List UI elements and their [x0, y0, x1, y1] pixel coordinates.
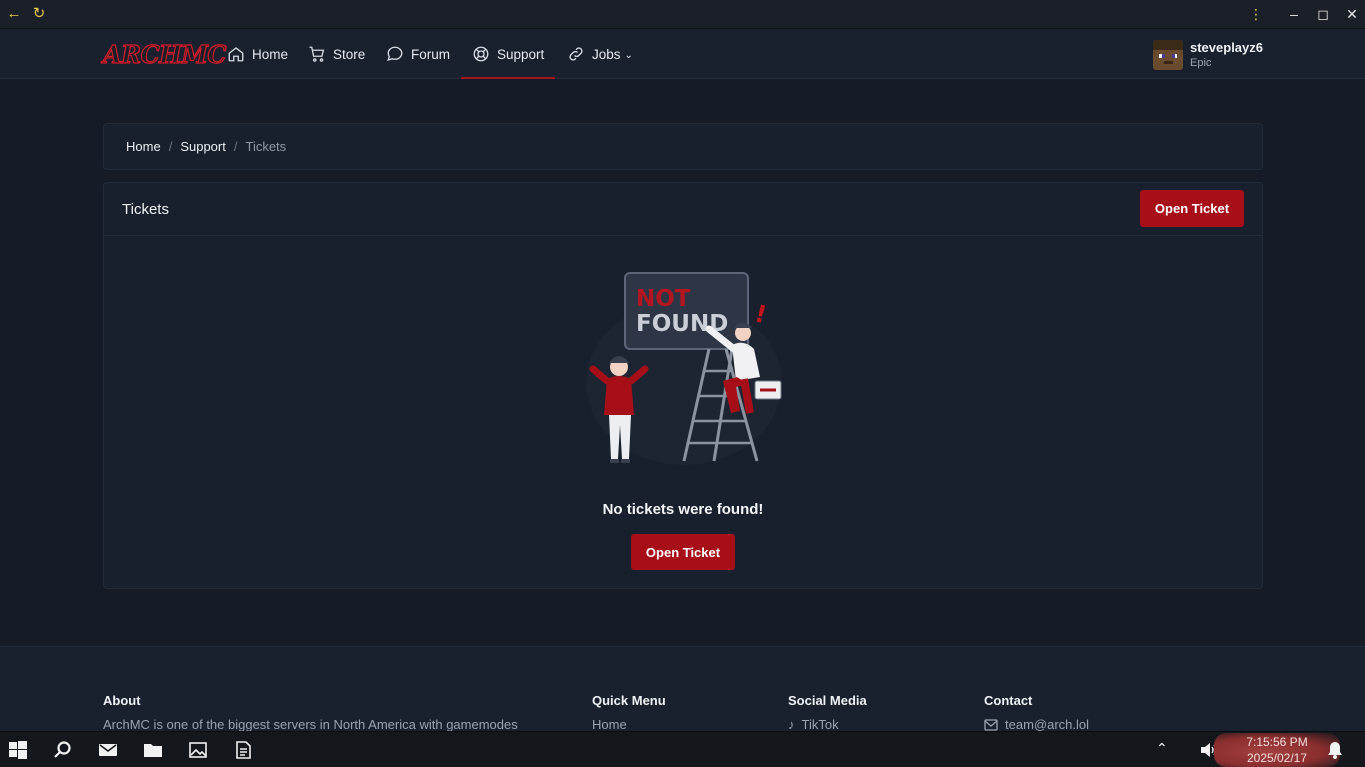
footer-link-tiktok[interactable]: ♪ TikTok: [788, 717, 867, 732]
page-title: Tickets: [122, 201, 169, 218]
nav-jobs-label: Jobs: [592, 46, 621, 62]
empty-state-message: No tickets were found!: [602, 501, 764, 518]
footer-social-heading: Social Media: [788, 693, 867, 708]
clock-date: 2025/02/17: [1246, 751, 1308, 765]
footer-about-text: ArchMC is one of the biggest servers in …: [103, 717, 518, 732]
photos-icon[interactable]: [189, 741, 207, 759]
nav-support[interactable]: Support: [460, 29, 556, 79]
footer-contact: Contact team@arch.lol: [984, 693, 1089, 732]
mail-app-icon[interactable]: [99, 741, 117, 759]
taskbar: ⌃ 7:15:56 PM 2025/02/17: [0, 731, 1365, 767]
nav-home-label: Home: [252, 46, 289, 62]
nav-home[interactable]: Home: [227, 29, 288, 79]
footer-social: Social Media ♪ TikTok: [788, 693, 867, 732]
nav-jobs[interactable]: Jobs ⌄: [567, 29, 633, 79]
document-icon[interactable]: [234, 741, 252, 759]
nav-forum-label: Forum: [411, 46, 451, 62]
breadcrumb: Home / Support / Tickets: [103, 123, 1263, 170]
footer-about: About ArchMC is one of the biggest serve…: [103, 693, 518, 732]
footer-link-home[interactable]: Home: [592, 717, 666, 732]
chat-bubble-icon: [387, 46, 403, 62]
kebab-menu-icon[interactable]: ⋮: [1247, 5, 1265, 23]
tiktok-icon: ♪: [788, 717, 795, 732]
windows-start-icon[interactable]: [9, 741, 27, 759]
footer-link-email[interactable]: team@arch.lol: [984, 717, 1089, 732]
footer-quick-menu-heading: Quick Menu: [592, 693, 666, 708]
footer-contact-heading: Contact: [984, 693, 1033, 708]
user-menu[interactable]: steveplayz6 Epic: [1153, 40, 1263, 70]
browser-toolbar: ← ↻ ⋮ – ◻ ✕: [0, 0, 1365, 29]
tiktok-label: TikTok: [801, 717, 839, 732]
notification-bell-icon[interactable]: [1326, 741, 1344, 759]
mail-icon: [984, 718, 998, 731]
breadcrumb-separator: /: [168, 139, 173, 154]
nav-store[interactable]: Store: [308, 29, 365, 79]
cart-icon: [309, 46, 325, 62]
breadcrumb-separator: /: [233, 139, 238, 154]
open-ticket-button[interactable]: Open Ticket: [1140, 190, 1244, 227]
folder-icon[interactable]: [144, 741, 162, 759]
svg-text:!: !: [752, 299, 770, 329]
reload-icon[interactable]: ↻: [31, 6, 47, 22]
nav-store-label: Store: [333, 46, 366, 62]
open-ticket-button-empty[interactable]: Open Ticket: [631, 534, 735, 570]
clock-time: 7:15:56 PM: [1246, 735, 1308, 749]
archmc-logo[interactable]: ARCHMC: [102, 39, 227, 69]
tickets-card: Tickets Open Ticket NOT FOUND ! No ticke…: [103, 182, 1263, 589]
username: steveplayz6: [1190, 40, 1263, 55]
contact-email: team@arch.lol: [1005, 717, 1090, 732]
taskbar-clock[interactable]: 7:15:56 PM 2025/02/17: [1214, 733, 1340, 767]
footer-about-heading: About: [103, 693, 141, 708]
link-icon: [569, 47, 583, 61]
user-rank: Epic: [1190, 57, 1212, 69]
minimize-icon[interactable]: –: [1285, 5, 1303, 23]
breadcrumb-support[interactable]: Support: [180, 139, 226, 154]
breadcrumb-home[interactable]: Home: [126, 139, 161, 154]
home-icon: [228, 47, 244, 62]
breadcrumb-current: Tickets: [245, 139, 287, 154]
nav-support-label: Support: [497, 46, 545, 62]
maximize-icon[interactable]: ◻: [1314, 5, 1332, 23]
chevron-down-icon: ⌄: [624, 49, 633, 61]
tickets-card-header: Tickets Open Ticket: [104, 183, 1262, 236]
chevron-up-icon[interactable]: ⌃: [1156, 740, 1168, 757]
not-found-illustration: NOT FOUND !: [586, 272, 782, 465]
site-footer: About ArchMC is one of the biggest serve…: [0, 646, 1365, 732]
avatar: [1153, 40, 1183, 70]
search-icon[interactable]: [54, 741, 72, 759]
not-text: NOT: [636, 286, 691, 312]
close-icon[interactable]: ✕: [1343, 5, 1361, 23]
lifebuoy-icon: [473, 46, 489, 62]
nav-forum[interactable]: Forum: [386, 29, 450, 79]
footer-quick-menu: Quick Menu Home: [592, 693, 666, 732]
back-arrow-icon[interactable]: ←: [6, 6, 22, 22]
